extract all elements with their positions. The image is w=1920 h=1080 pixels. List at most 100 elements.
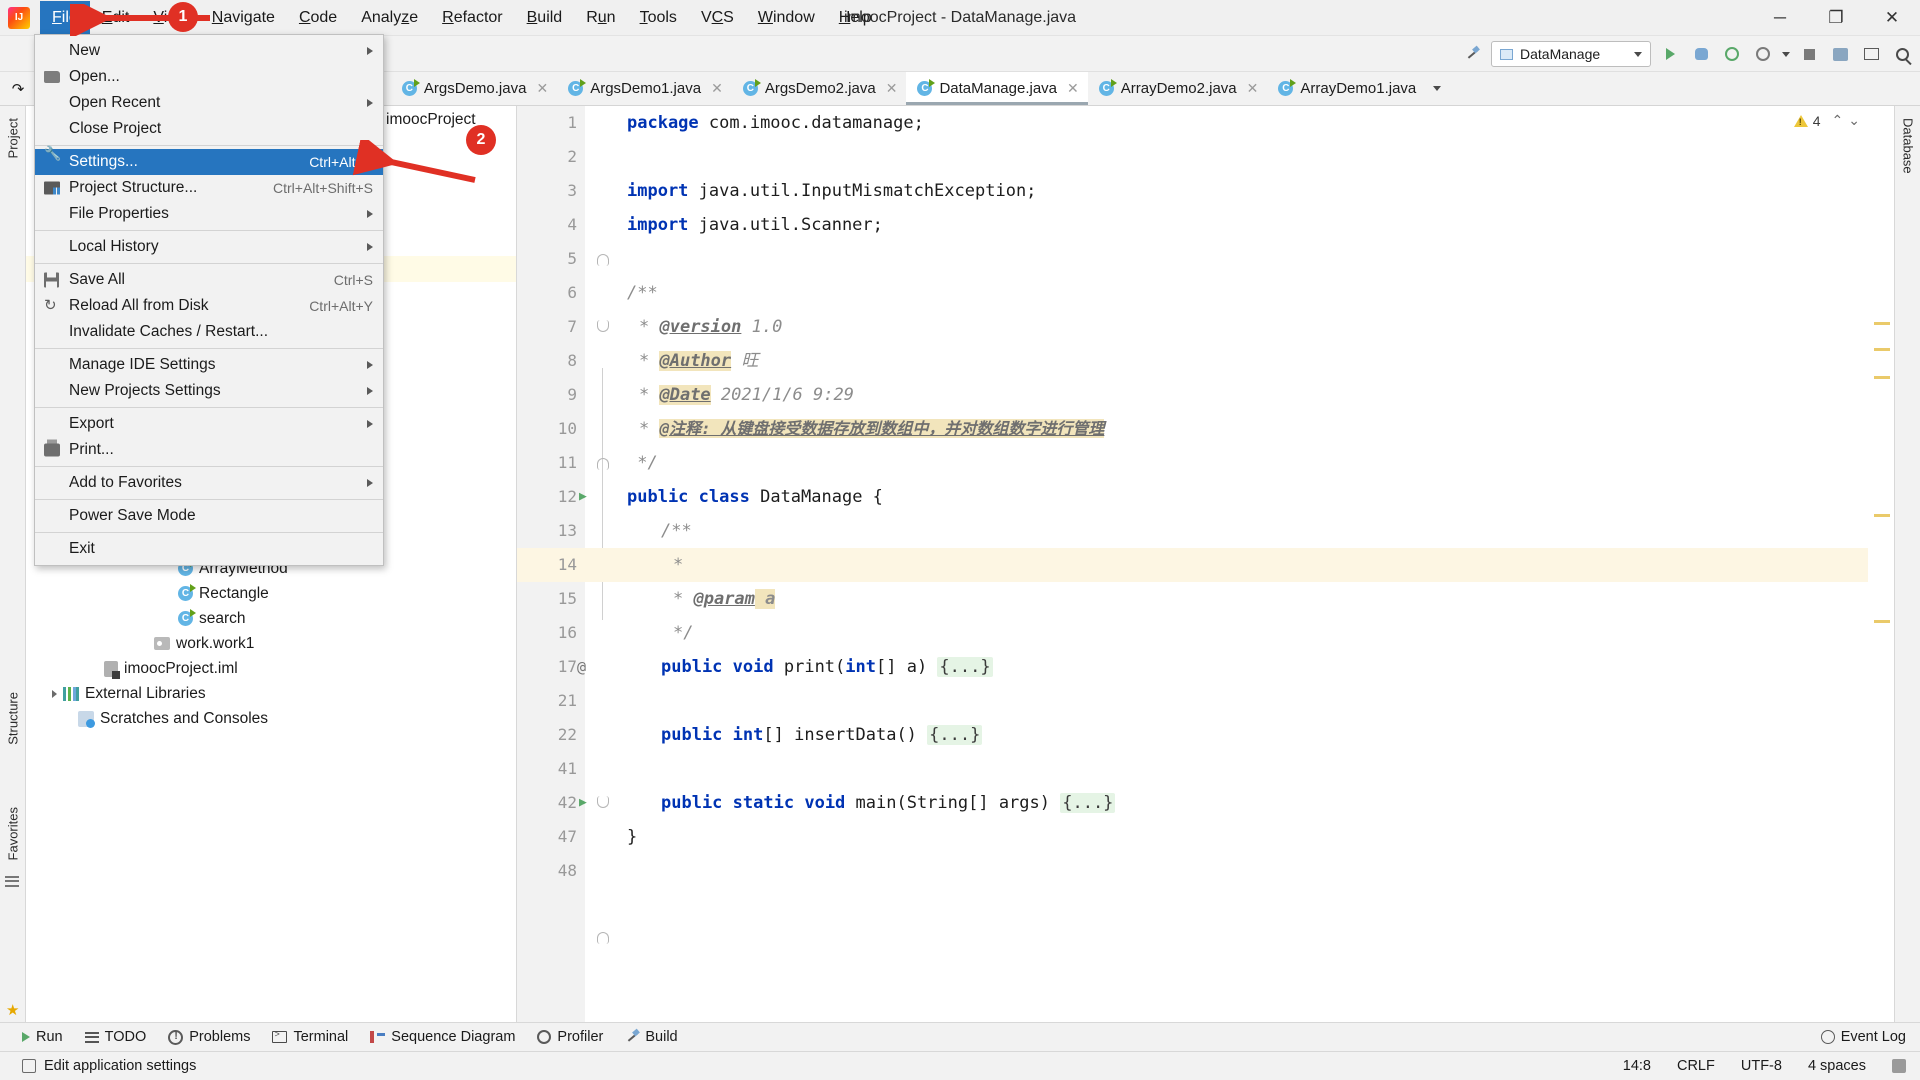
warning-stripe[interactable]	[1874, 376, 1890, 379]
folded-body[interactable]: {...}	[927, 725, 983, 745]
profile-button[interactable]	[1751, 42, 1775, 66]
tree-item-search[interactable]: search	[26, 606, 516, 631]
close-button[interactable]: ✕	[1864, 0, 1920, 36]
close-icon[interactable]: ✕	[711, 80, 723, 97]
tree-item-work-work1[interactable]: work.work1	[26, 631, 516, 656]
layout-button[interactable]	[1859, 42, 1883, 66]
override-marker-icon[interactable]: @	[577, 650, 591, 684]
menu-item-local-history[interactable]: Local History	[35, 234, 383, 260]
menu-navigate[interactable]: Navigate	[200, 1, 287, 35]
menu-run[interactable]: Run	[574, 1, 627, 35]
sidebar-item-database[interactable]: Database	[1895, 112, 1920, 180]
run-with-coverage-button[interactable]	[1720, 42, 1744, 66]
build-project-button[interactable]	[1460, 42, 1484, 66]
menu-item-settings[interactable]: Settings... Ctrl+Alt+S	[35, 145, 383, 175]
menu-item-open-recent[interactable]: Open Recent	[35, 90, 383, 116]
code-editor[interactable]: 1 package com.imooc.datamanage; 2 3 impo…	[517, 106, 1894, 1022]
menu-build[interactable]: Build	[515, 1, 575, 35]
run-main-gutter-icon[interactable]: ▶	[579, 786, 591, 820]
tree-item-imoocproject-iml[interactable]: imoocProject.iml	[26, 656, 516, 681]
tab-arraydemo1-java[interactable]: ArrayDemo1.java	[1267, 72, 1425, 105]
sidebar-item-project[interactable]: Project	[0, 112, 26, 164]
menu-item-new[interactable]: New	[35, 38, 383, 64]
bottom-item-todo[interactable]: TODO	[84, 1029, 146, 1045]
more-run-actions-chevron-icon[interactable]	[1782, 51, 1790, 57]
file-encoding[interactable]: UTF-8	[1741, 1058, 1782, 1074]
menu-item-exit[interactable]: Exit	[35, 536, 383, 562]
close-icon[interactable]: ✕	[886, 80, 898, 97]
sidebar-item-structure[interactable]: Structure	[0, 686, 26, 751]
menu-item-open[interactable]: Open...	[35, 64, 383, 90]
tab-arraydemo2-java[interactable]: ArrayDemo2.java ✕	[1088, 72, 1268, 105]
sidebar-item-favorites[interactable]: Favorites	[0, 801, 26, 866]
tree-item-external-libraries[interactable]: External Libraries	[26, 681, 516, 706]
folded-body[interactable]: {...}	[937, 657, 993, 677]
stop-button[interactable]	[1797, 42, 1821, 66]
menu-help[interactable]: Help	[827, 1, 884, 35]
tab-list-chevron-icon[interactable]	[1425, 72, 1449, 105]
bottom-item-sequence-diagram[interactable]: Sequence Diagram	[370, 1029, 515, 1045]
search-everywhere-button[interactable]	[1890, 42, 1914, 66]
expand-all-icon[interactable]: ↷	[6, 77, 30, 101]
inspection-summary[interactable]: 4 ⌃ ⌄	[1793, 112, 1860, 129]
menu-edit[interactable]: Edit	[90, 1, 142, 35]
debug-button[interactable]	[1689, 42, 1713, 66]
warning-stripe[interactable]	[1874, 322, 1890, 325]
inspection-gutter[interactable]	[1868, 106, 1894, 1022]
minimize-button[interactable]: ─	[1752, 0, 1808, 36]
bottom-item-run[interactable]: Run	[22, 1029, 63, 1045]
git-update-button[interactable]	[1828, 42, 1852, 66]
indent-setting[interactable]: 4 spaces	[1808, 1058, 1866, 1074]
bottom-item-terminal[interactable]: Terminal	[272, 1029, 348, 1045]
menu-item-invalidate-caches[interactable]: Invalidate Caches / Restart...	[35, 319, 383, 345]
project-root-label[interactable]: imoocProject	[386, 111, 476, 129]
tab-argsdemo-java[interactable]: ArgsDemo.java ✕	[391, 72, 557, 105]
warning-stripe[interactable]	[1874, 620, 1890, 623]
event-log-button[interactable]: Event Log	[1820, 1029, 1906, 1045]
menu-window[interactable]: Window	[746, 1, 827, 35]
chevron-right-icon[interactable]	[52, 689, 57, 698]
file-menu-dropdown[interactable]: New Open... Open Recent Close Project Se…	[34, 34, 384, 566]
intention-bulb-icon[interactable]	[593, 554, 609, 572]
maximize-button[interactable]: ❐	[1808, 0, 1864, 36]
fold-handle-icon[interactable]	[597, 932, 609, 944]
menu-item-close-project[interactable]: Close Project	[35, 116, 383, 142]
warning-stripe[interactable]	[1874, 348, 1890, 351]
tree-item-scratches-and-consoles[interactable]: Scratches and Consoles	[26, 706, 516, 731]
menu-vcs[interactable]: VCS	[689, 1, 746, 35]
menu-file[interactable]: FFileile	[40, 0, 90, 35]
menu-tools[interactable]: Tools	[628, 1, 689, 35]
close-icon[interactable]: ✕	[1067, 80, 1079, 97]
menu-item-add-to-favorites[interactable]: Add to Favorites	[35, 470, 383, 496]
menu-item-new-projects-settings[interactable]: New Projects Settings	[35, 378, 383, 404]
lock-icon[interactable]	[1892, 1059, 1906, 1073]
tree-item-rectangle[interactable]: Rectangle	[26, 581, 516, 606]
tab-argsdemo1-java[interactable]: ArgsDemo1.java ✕	[557, 72, 732, 105]
code-text-area[interactable]: 1 package com.imooc.datamanage; 2 3 impo…	[517, 106, 1894, 1022]
run-button[interactable]	[1658, 42, 1682, 66]
menu-item-power-save-mode[interactable]: Power Save Mode	[35, 503, 383, 529]
bottom-item-build[interactable]: Build	[625, 1029, 677, 1045]
menu-item-export[interactable]: Export	[35, 411, 383, 437]
bottom-item-problems[interactable]: Problems	[168, 1029, 250, 1045]
tab-datamanage-java[interactable]: DataManage.java ✕	[906, 72, 1089, 105]
menu-refactor[interactable]: Refactor	[430, 1, 514, 35]
warning-stripe[interactable]	[1874, 514, 1890, 517]
line-separator[interactable]: CRLF	[1677, 1058, 1715, 1074]
menu-code[interactable]: Code	[287, 1, 349, 35]
run-configuration-selector[interactable]: DataManage	[1491, 41, 1651, 67]
folded-body[interactable]: {...}	[1060, 793, 1116, 813]
caret-position[interactable]: 14:8	[1623, 1058, 1651, 1074]
menu-item-manage-ide-settings[interactable]: Manage IDE Settings	[35, 352, 383, 378]
menu-item-print[interactable]: Print...	[35, 437, 383, 463]
run-class-gutter-icon[interactable]: ▶	[579, 480, 591, 514]
bottom-item-profiler[interactable]: Profiler	[537, 1029, 603, 1045]
prev-issue-chevron-icon[interactable]: ⌃	[1832, 112, 1844, 129]
close-icon[interactable]: ✕	[1247, 80, 1259, 97]
tab-argsdemo2-java[interactable]: ArgsDemo2.java ✕	[732, 72, 907, 105]
next-issue-chevron-icon[interactable]: ⌄	[1848, 112, 1860, 129]
menu-item-project-structure[interactable]: Project Structure... Ctrl+Alt+Shift+S	[35, 175, 383, 201]
menu-item-file-properties[interactable]: File Properties	[35, 201, 383, 227]
close-icon[interactable]: ✕	[536, 80, 548, 97]
menu-item-reload-all-from-disk[interactable]: ↻ Reload All from Disk Ctrl+Alt+Y	[35, 293, 383, 319]
